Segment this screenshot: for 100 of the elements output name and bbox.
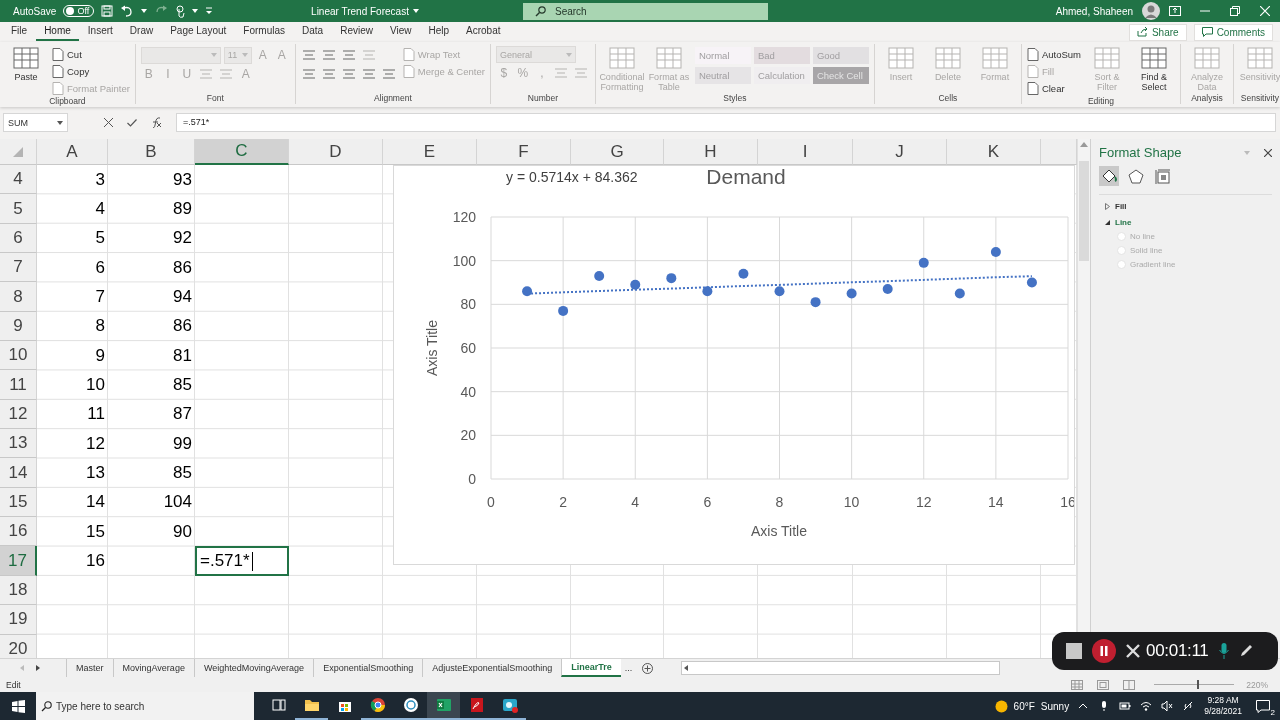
sheet-cell-text: 86 (172, 315, 193, 338)
ribbon-tab[interactable]: Data (294, 23, 332, 41)
column-header[interactable]: B (108, 139, 195, 165)
button-label: Fill (1041, 65, 1055, 77)
ribbon-tab[interactable]: Draw (121, 23, 162, 41)
column-header[interactable]: F (477, 139, 571, 165)
column-header[interactable]: K (947, 139, 1041, 165)
ribbon-tab[interactable]: Acrobat (458, 23, 509, 41)
column-header[interactable]: H (664, 139, 758, 165)
group-label: Cells (937, 93, 959, 104)
share-button[interactable]: Share (1128, 23, 1187, 41)
option-label: No line (1130, 232, 1155, 241)
button-label: Wrap Text (417, 48, 461, 60)
ribbon-tab[interactable]: Insert (79, 23, 121, 41)
more-sheets-button[interactable]: ... (620, 659, 637, 677)
sheet-cell-text: 4 (94, 198, 106, 220)
group-label: Editing (1086, 96, 1115, 107)
ribbon-tab[interactable]: Formulas (235, 23, 294, 41)
axis-tick-label: 4 (631, 494, 640, 510)
sheet-cell-text: 16 (85, 550, 106, 573)
column-header[interactable]: E (383, 139, 477, 165)
axis-title: Axis Title (751, 523, 807, 539)
sheet-tab[interactable]: LinearTre (561, 659, 621, 677)
row-header[interactable]: 15 (0, 487, 37, 518)
ribbon-tab[interactable]: Page Layout (162, 23, 235, 41)
section-header[interactable]: Line (1105, 218, 1132, 227)
row-header[interactable]: 8 (0, 282, 37, 312)
group-label: Font (205, 93, 225, 104)
section-header[interactable]: Fill (1105, 202, 1127, 211)
user-name[interactable]: Ahmed, Shaheen (1055, 5, 1133, 17)
button-label: Merge & Center (417, 65, 485, 77)
axis-tick-label: 12 (915, 494, 932, 510)
row-header[interactable]: 16 (0, 517, 37, 547)
cell-editor[interactable]: =.571* (195, 546, 289, 576)
row-header[interactable]: 11 (0, 370, 37, 400)
clock-date[interactable]: 9/28/2021 (1204, 706, 1242, 717)
status-mode: Edit (6, 679, 21, 690)
ribbon-button[interactable]: Copy (52, 63, 90, 79)
row-header[interactable]: 9 (0, 311, 37, 342)
sheet-cell-text: 81 (172, 344, 193, 367)
sheet-cell-text: 99 (172, 432, 193, 455)
weather-condition[interactable]: Sunny (1040, 700, 1070, 712)
window-title: Linear Trend Forecast (311, 5, 409, 17)
column-header[interactable]: J (853, 139, 947, 165)
ribbon-button[interactable]: Paste (5, 46, 47, 82)
button-label: Clear (1041, 82, 1065, 94)
formula-field[interactable]: =.571* (176, 113, 1276, 132)
ribbon-tab[interactable]: File (3, 23, 36, 41)
axis-tick-label: 40 (460, 383, 476, 400)
sheet-cell-text: 3 (94, 168, 106, 191)
row-header[interactable]: 20 (0, 634, 37, 658)
row-header[interactable]: 19 (0, 605, 37, 635)
row-header[interactable]: 12 (0, 399, 37, 430)
ribbon-button[interactable]: Clear (1026, 80, 1065, 96)
row-header[interactable]: 17 (0, 546, 37, 576)
button-label: Find & Select (1139, 72, 1168, 92)
ribbon-button[interactable]: AutoSum (1026, 46, 1081, 62)
button-label: Sort & Filter (1093, 72, 1121, 92)
column-header[interactable]: A (37, 139, 108, 165)
row-header[interactable]: 14 (0, 458, 37, 488)
button-label: Delete (934, 72, 961, 82)
ribbon-tab[interactable]: Help (420, 23, 458, 41)
axis-tick-label: 100 (452, 252, 476, 269)
button-label: Sensitivity (1239, 72, 1280, 82)
button-label: AutoSum (1041, 48, 1081, 60)
column-header[interactable]: I (758, 139, 853, 165)
axis-tick-label: 6 (703, 494, 712, 510)
group-label: Analysis (1190, 93, 1224, 104)
search-field[interactable]: Search (523, 2, 768, 20)
row-header[interactable]: 10 (0, 341, 37, 371)
ribbon-button[interactable]: Find & Select (1132, 46, 1175, 92)
row-header[interactable]: 7 (0, 253, 37, 283)
button-label: Format Painter (67, 82, 130, 94)
row-header[interactable]: 18 (0, 575, 37, 606)
row-header[interactable]: 6 (0, 223, 37, 254)
row-header[interactable]: 13 (0, 429, 37, 459)
column-header[interactable]: C (195, 139, 289, 165)
button-label: Format as Table (647, 72, 690, 92)
axis-tick-label: 80 (460, 296, 476, 313)
search-field[interactable]: Type here to search (36, 692, 254, 720)
ribbon-button[interactable]: Cut (52, 46, 82, 62)
cell-reference: SUM (8, 117, 28, 128)
chart-title: Demand (706, 166, 786, 188)
sheet-cell-text: 8 (94, 315, 106, 338)
row-header[interactable]: 4 (0, 165, 37, 195)
option-label: Gradient line (1130, 260, 1176, 269)
ribbon-tab[interactable]: View (381, 23, 420, 41)
sheet-cell-text: 86 (172, 256, 193, 279)
clock-time[interactable]: 9:28 AM (1207, 695, 1239, 706)
group-label: Alignment (372, 93, 413, 104)
notification-count[interactable]: 2 (1270, 707, 1275, 717)
weather-temperature[interactable]: 60°F (1013, 700, 1035, 712)
ribbon-tab[interactable]: Review (332, 23, 381, 41)
row-header[interactable]: 5 (0, 194, 37, 224)
column-header[interactable]: G (571, 139, 664, 165)
sheet-cell-text: 93 (172, 168, 193, 191)
comments-button[interactable]: Comments (1193, 23, 1273, 41)
name-box[interactable]: SUM (3, 113, 68, 132)
sheet-cell-text: 12 (85, 432, 106, 455)
column-header[interactable]: D (289, 139, 383, 165)
